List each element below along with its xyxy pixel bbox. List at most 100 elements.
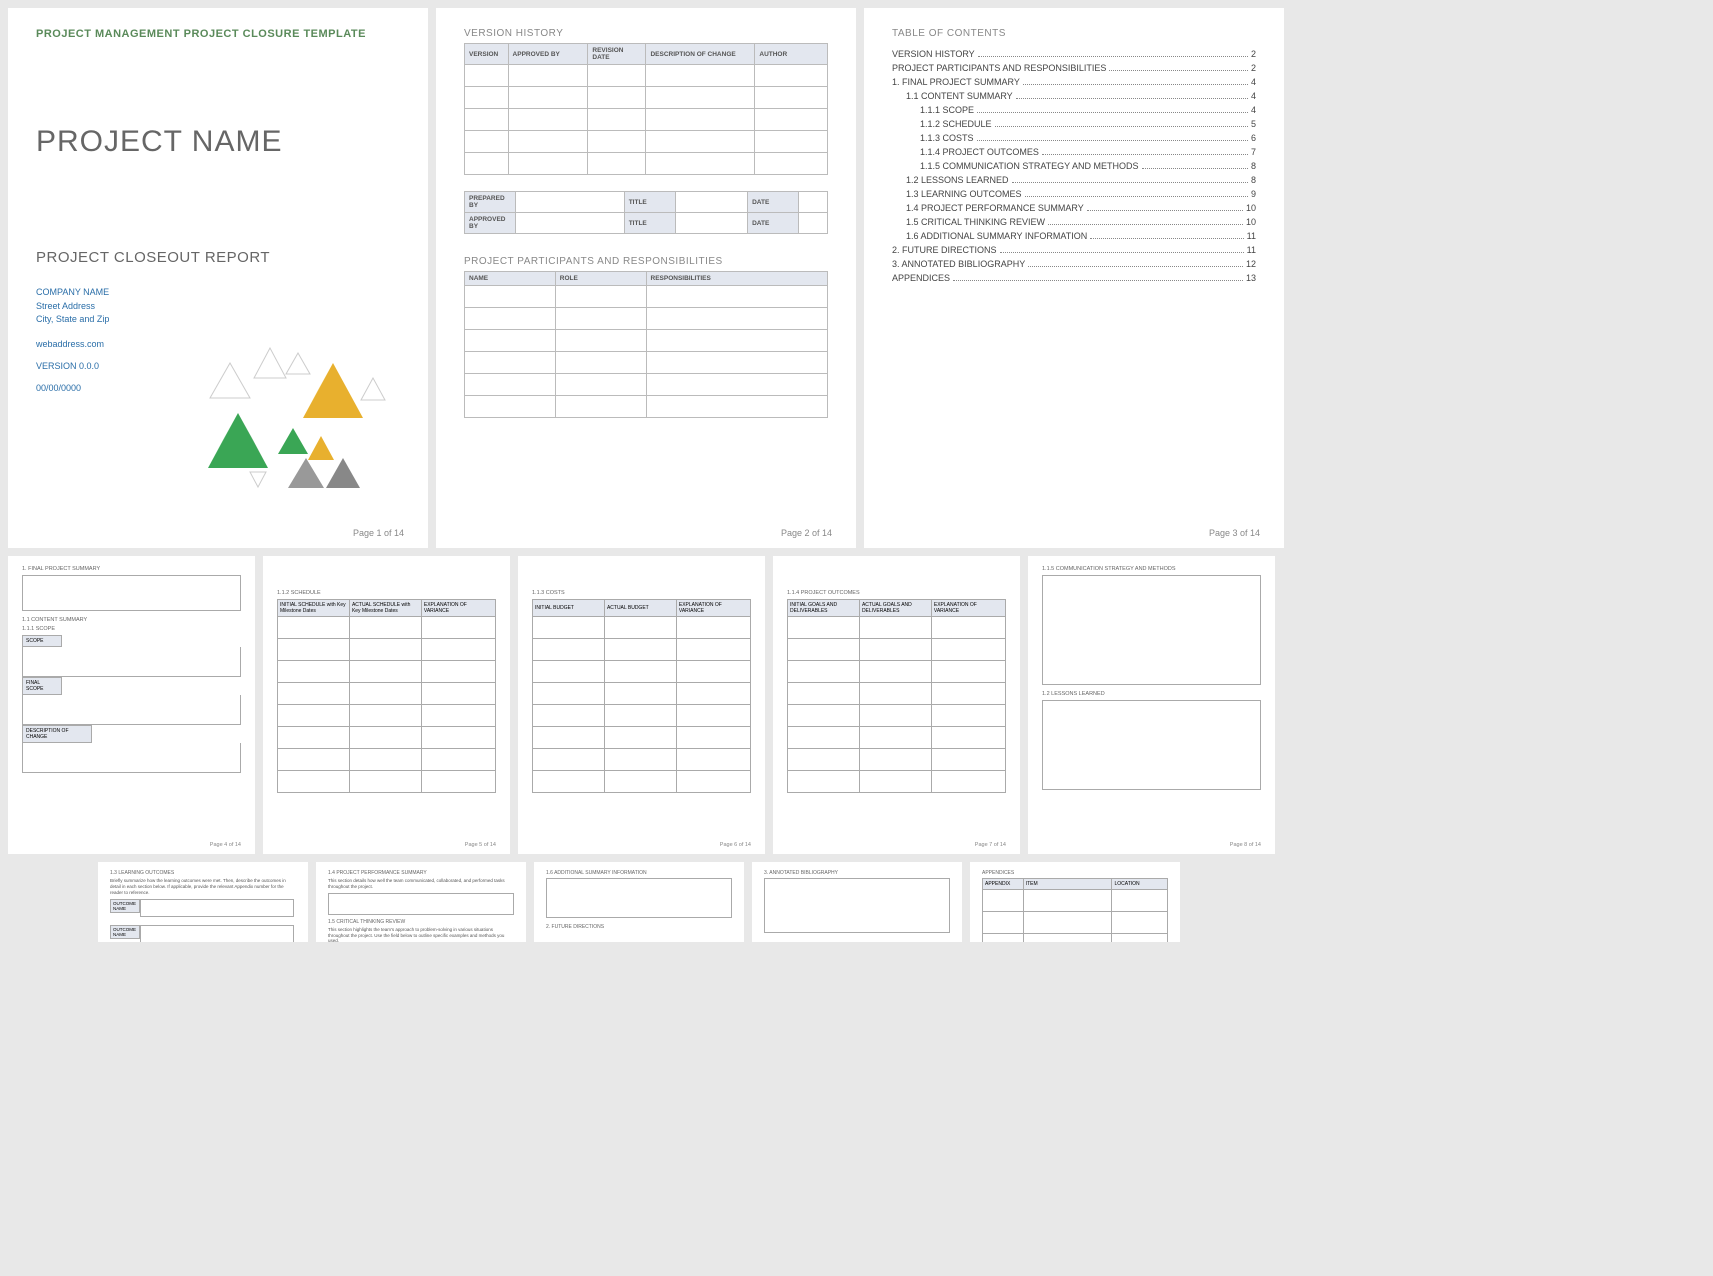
h-lessons: 1.2 LESSONS LEARNED [1042,691,1261,697]
label-date-2: DATE [748,213,799,234]
performance-box [328,893,514,915]
toc-item: 1.1.5 COMMUNICATION STRATEGY AND METHODS… [892,161,1256,171]
col-location: LOCATION [1112,879,1168,890]
toc-item: 1.1.4 PROJECT OUTCOMES7 [892,147,1256,157]
doc-page-5: 1.1.2 SCHEDULE INITIAL SCHEDULE with Key… [263,556,510,854]
toc-item: APPENDICES13 [892,273,1256,283]
toc-list: VERSION HISTORY2 PROJECT PARTICIPANTS AND… [892,49,1256,283]
signoff-table: PREPARED BY TITLE DATE APPROVED BY TITLE… [464,191,828,234]
doc-page-7: 1.1.4 PROJECT OUTCOMES INITIAL GOALS AND… [773,556,1020,854]
col-actual-schedule: ACTUAL SCHEDULE with Key Milestone Dates [349,600,421,617]
label-scope: SCOPE [22,635,62,647]
toc-item: 1.4 PROJECT PERFORMANCE SUMMARY10 [892,203,1256,213]
toc-item: 3. ANNOTATED BIBLIOGRAPHY12 [892,259,1256,269]
col-initial-budget: INITIAL BUDGET [533,600,605,617]
h-communication: 1.1.5 COMMUNICATION STRATEGY AND METHODS [1042,566,1261,572]
col-approved-by: APPROVED BY [508,44,588,65]
outcome-box-1 [140,899,294,917]
page-number: Page 2 of 14 [781,528,832,538]
street-address: Street Address [36,300,400,314]
col-actual-goals: ACTUAL GOALS AND DELIVERABLES [859,600,931,617]
col-role: ROLE [555,272,646,286]
col-variance: EXPLANATION OF VARIANCE [931,600,1005,617]
outcomes-table: INITIAL GOALS AND DELIVERABLES ACTUAL GO… [787,599,1006,793]
change-box [22,743,241,773]
col-author: AUTHOR [755,44,828,65]
template-header: PROJECT MANAGEMENT PROJECT CLOSURE TEMPL… [36,28,400,40]
label-approved-by: APPROVED BY [465,213,516,234]
h-additional: 1.6 ADDITIONAL SUMMARY INFORMATION [546,870,732,876]
doc-page-9: 1.3 LEARNING OUTCOMES Briefly summarize … [98,862,308,942]
page-number: Page 1 of 14 [353,528,404,538]
outcome-box-2 [140,925,294,942]
col-appendix: APPENDIX [983,879,1024,890]
doc-page-4: 1. FINAL PROJECT SUMMARY 1.1 CONTENT SUM… [8,556,255,854]
toc-item: 1.1.1 SCOPE4 [892,105,1256,115]
project-name-title: PROJECT NAME [36,125,400,159]
doc-page-3: TABLE OF CONTENTS VERSION HISTORY2 PROJEC… [864,8,1284,548]
performance-desc: This section details how well the team c… [328,878,514,890]
toc-item: 1.3 LEARNING OUTCOMES9 [892,189,1256,199]
h-costs: 1.1.3 COSTS [532,590,751,596]
version-history-heading: VERSION HISTORY [464,28,828,39]
page-number: Page 7 of 14 [975,842,1006,848]
col-name: NAME [465,272,556,286]
doc-page-11: 1.6 ADDITIONAL SUMMARY INFORMATION 2. FU… [534,862,744,942]
scope-box [22,647,241,677]
h-learning-outcomes: 1.3 LEARNING OUTCOMES [110,870,296,876]
h-appendices: APPENDICES [982,870,1168,876]
toc-item: PROJECT PARTICIPANTS AND RESPONSIBILITIE… [892,63,1256,73]
h-future: 2. FUTURE DIRECTIONS [546,924,732,930]
col-revision-date: REVISION DATE [588,44,646,65]
col-variance: EXPLANATION OF VARIANCE [676,600,750,617]
doc-page-2: VERSION HISTORY VERSION APPROVED BY REVI… [436,8,856,548]
h-schedule: 1.1.2 SCHEDULE [277,590,496,596]
page-number: Page 4 of 14 [210,842,241,848]
schedule-table: INITIAL SCHEDULE with Key Milestone Date… [277,599,496,793]
label-change: DESCRIPTION OF CHANGE [22,725,92,743]
h-outcomes: 1.1.4 PROJECT OUTCOMES [787,590,1006,596]
doc-page-12: 3. ANNOTATED BIBLIOGRAPHY [752,862,962,942]
outcome-label-2: OUTCOME NAME [110,925,140,939]
toc-item: VERSION HISTORY2 [892,49,1256,59]
toc-item: 1. FINAL PROJECT SUMMARY4 [892,77,1256,87]
col-description: DESCRIPTION OF CHANGE [646,44,755,65]
label-title-2: TITLE [624,213,675,234]
toc-item: 1.5 CRITICAL THINKING REVIEW10 [892,217,1256,227]
col-version: VERSION [465,44,509,65]
communication-box [1042,575,1261,685]
outcome-label-1: OUTCOME NAME [110,899,140,913]
toc-item: 1.2 LESSONS LEARNED8 [892,175,1256,185]
biblio-box [764,878,950,933]
costs-table: INITIAL BUDGET ACTUAL BUDGET EXPLANATION… [532,599,751,793]
toc-item: 1.6 ADDITIONAL SUMMARY INFORMATION11 [892,231,1256,241]
h-bibliography: 3. ANNOTATED BIBLIOGRAPHY [764,870,950,876]
participants-table: NAME ROLE RESPONSIBILITIES [464,271,828,418]
toc-item: 1.1 CONTENT SUMMARY4 [892,91,1256,101]
toc-item: 1.1.2 SCHEDULE5 [892,119,1256,129]
doc-page-1: PROJECT MANAGEMENT PROJECT CLOSURE TEMPL… [8,8,428,548]
summary-box [22,575,241,611]
col-initial-goals: INITIAL GOALS AND DELIVERABLES [788,600,860,617]
doc-page-8: 1.1.5 COMMUNICATION STRATEGY AND METHODS… [1028,556,1275,854]
h-scope: 1.1.1 SCOPE [22,626,241,632]
doc-page-6: 1.1.3 COSTS INITIAL BUDGET ACTUAL BUDGET… [518,556,765,854]
company-info: COMPANY NAME Street Address City, State … [36,286,400,327]
lessons-box [1042,700,1261,790]
page-number: Page 3 of 14 [1209,528,1260,538]
final-scope-box [22,695,241,725]
h-critical: 1.5 CRITICAL THINKING REVIEW [328,919,514,925]
critical-desc: This section highlights the team's appro… [328,927,514,942]
col-initial-schedule: INITIAL SCHEDULE with Key Milestone Date… [278,600,350,617]
toc-item: 1.1.3 COSTS6 [892,133,1256,143]
participants-heading: PROJECT PARTICIPANTS AND RESPONSIBILITIE… [464,256,828,267]
col-variance: EXPLANATION OF VARIANCE [421,600,495,617]
h-content-summary: 1.1 CONTENT SUMMARY [22,617,241,623]
triangles-graphic [198,328,388,498]
col-item: ITEM [1023,879,1112,890]
appendices-table: APPENDIX ITEM LOCATION [982,878,1168,942]
company-name: COMPANY NAME [36,286,400,300]
toc-heading: TABLE OF CONTENTS [892,28,1256,39]
page-number: Page 8 of 14 [1230,842,1261,848]
col-actual-budget: ACTUAL BUDGET [604,600,676,617]
